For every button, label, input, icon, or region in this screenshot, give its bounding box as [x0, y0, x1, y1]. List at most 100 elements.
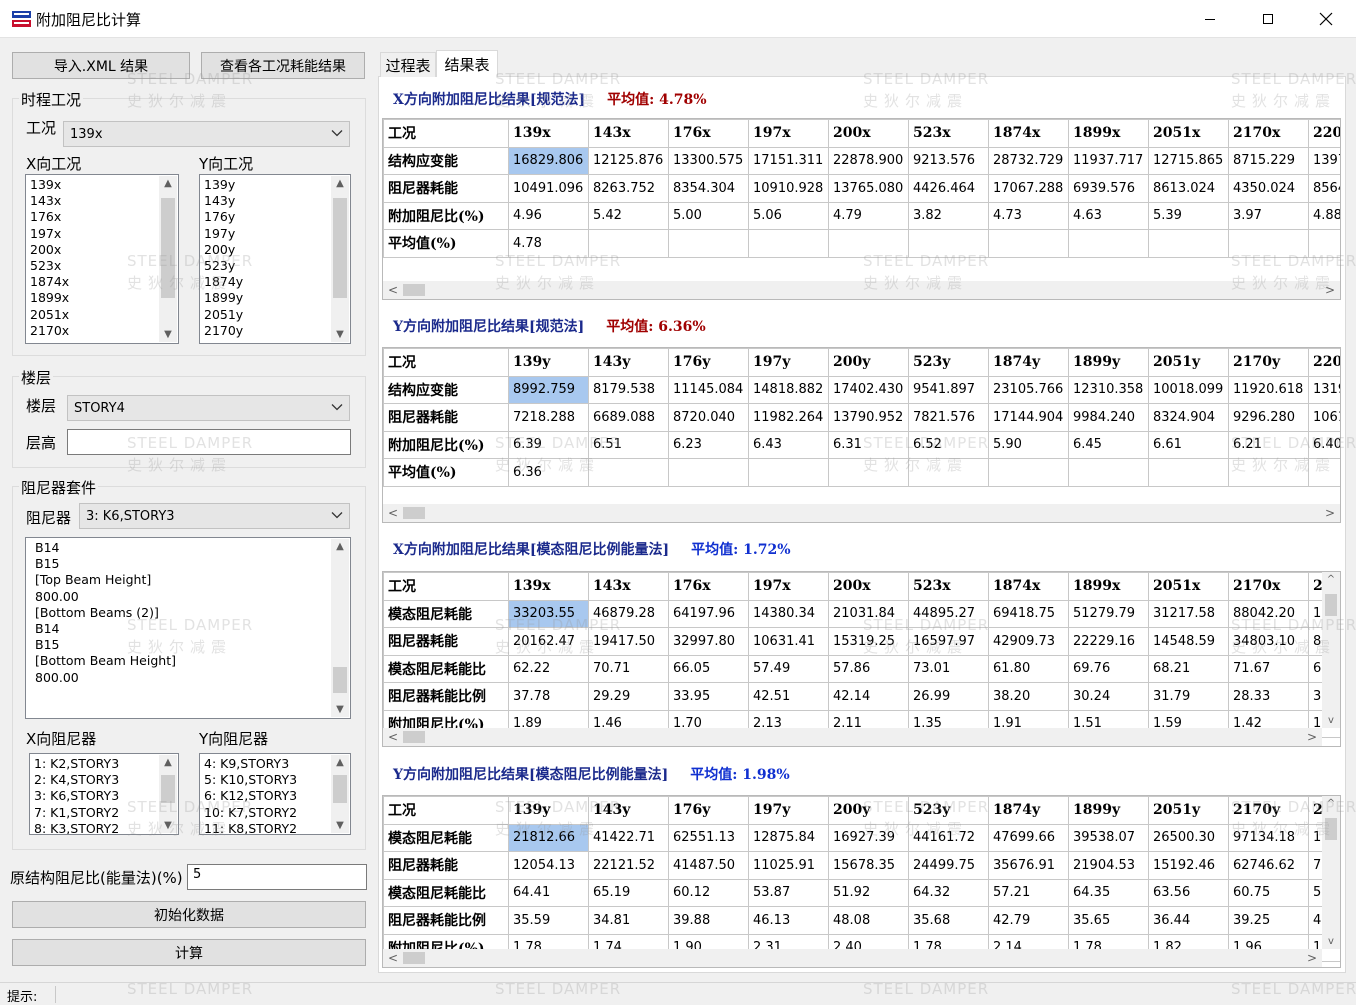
table-cell[interactable]: 57.49: [748, 654, 829, 683]
table-cell[interactable]: 26500.30: [1148, 823, 1229, 852]
table-cell[interactable]: 14818.882: [748, 375, 829, 404]
table-cell[interactable]: 64.35: [1068, 878, 1149, 907]
table-cell[interactable]: [1068, 458, 1149, 487]
table-cell[interactable]: 9541.897: [908, 375, 989, 404]
column-header[interactable]: 200y: [828, 796, 909, 825]
table-cell[interactable]: [748, 229, 829, 258]
table-cell[interactable]: 17402.430: [828, 375, 909, 404]
row-header[interactable]: 阻尼器耗能: [383, 174, 509, 203]
table-cell[interactable]: 6.43: [748, 430, 829, 459]
table-cell[interactable]: 13790.952: [828, 403, 909, 432]
damper-detail-item[interactable]: B15: [35, 556, 330, 572]
floor-dropdown[interactable]: STORY4: [67, 395, 350, 421]
scroll-thumb[interactable]: [1325, 594, 1337, 616]
table-cell[interactable]: 35.65: [1068, 906, 1149, 935]
table-cell[interactable]: 19417.50: [588, 627, 669, 656]
scroll-right-icon[interactable]: >: [1325, 281, 1335, 299]
table-cell[interactable]: [1228, 229, 1309, 258]
table-cell[interactable]: 37.78: [508, 682, 589, 711]
result-grid-x-code[interactable]: 工况 139x 143x 176x 197x 200x 523x 1874x 1899x 2051…: [382, 118, 1341, 300]
table-cell[interactable]: 62551.13: [668, 823, 749, 852]
table-cell[interactable]: [1148, 229, 1229, 258]
table-cell[interactable]: 64.41: [508, 878, 589, 907]
column-header[interactable]: 1899y: [1068, 348, 1149, 377]
table-cell[interactable]: 9984.240: [1068, 403, 1149, 432]
x-case-item[interactable]: 523x: [30, 258, 158, 274]
table-cell[interactable]: [828, 458, 909, 487]
tab-result-table[interactable]: 结果表: [436, 50, 498, 77]
table-cell[interactable]: 42.14: [828, 682, 909, 711]
table-cell[interactable]: 24499.75: [908, 851, 989, 880]
table-cell[interactable]: [828, 229, 909, 258]
table-cell[interactable]: 4350.024: [1228, 174, 1309, 203]
table-cell[interactable]: [1228, 458, 1309, 487]
y-damper-scrollbar[interactable]: ▲ ▼: [331, 755, 349, 833]
column-header[interactable]: 2051y: [1148, 348, 1229, 377]
column-header[interactable]: 2170x: [1228, 119, 1309, 148]
table-cell[interactable]: 11145.084: [668, 375, 749, 404]
column-header[interactable]: 1899x: [1068, 572, 1149, 601]
x-damper-item[interactable]: 8: K3,STORY2: [34, 821, 158, 834]
table-cell[interactable]: 68.21: [1148, 654, 1229, 683]
table-cell[interactable]: 57.21: [988, 878, 1069, 907]
column-header[interactable]: 2051x: [1148, 572, 1229, 601]
table-cell[interactable]: 13765.080: [828, 174, 909, 203]
table-cell[interactable]: 11937.717: [1068, 146, 1149, 175]
damper-detail-item[interactable]: [Bottom Beams (2)]: [35, 605, 330, 621]
table-cell[interactable]: 8564: [1308, 174, 1340, 203]
row-header[interactable]: 模态阻尼耗能比: [383, 878, 509, 907]
column-header[interactable]: 1874x: [988, 119, 1069, 148]
table-cell[interactable]: 31.79: [1148, 682, 1229, 711]
row-header[interactable]: 模态阻尼耗能: [383, 823, 509, 852]
table-cell[interactable]: 15192.46: [1148, 851, 1229, 880]
table-cell[interactable]: 22229.16: [1068, 627, 1149, 656]
init-data-button[interactable]: 初始化数据: [12, 901, 366, 928]
table-cell[interactable]: 16829.806: [508, 146, 589, 175]
damper-detail-list[interactable]: B14 B15 [Top Beam Height] 800.00 [Bottom Bea…: [25, 537, 351, 719]
table-cell[interactable]: 11025.91: [748, 851, 829, 880]
table-cell[interactable]: 4.88: [1308, 201, 1340, 230]
table-cell[interactable]: 5.00: [668, 201, 749, 230]
y-damper-item[interactable]: 4: K9,STORY3: [204, 756, 330, 772]
table-cell[interactable]: 3.82: [908, 201, 989, 230]
table-cell[interactable]: 6939.576: [1068, 174, 1149, 203]
table-cell[interactable]: 4.73: [988, 201, 1069, 230]
scroll-thumb[interactable]: [1325, 818, 1337, 840]
table-cell[interactable]: 4.78: [508, 229, 589, 258]
column-header[interactable]: 2051y: [1148, 796, 1229, 825]
scroll-thumb[interactable]: [161, 198, 175, 298]
y-case-item[interactable]: 2170y: [204, 323, 330, 339]
y-case-item[interactable]: 176y: [204, 209, 330, 225]
row-header[interactable]: 结构应变能: [383, 146, 509, 175]
view-case-energy-button[interactable]: 查看各工况耗能结果: [201, 52, 365, 79]
table-cell[interactable]: 34803.10: [1228, 627, 1309, 656]
table-cell[interactable]: 6.45: [1068, 430, 1149, 459]
damper-detail-item[interactable]: B15: [35, 637, 330, 653]
column-header[interactable]: 工况: [383, 796, 509, 825]
column-header[interactable]: 200y: [828, 348, 909, 377]
table-cell[interactable]: 21812.66: [508, 823, 589, 852]
column-header[interactable]: 176x: [668, 119, 749, 148]
table-cell[interactable]: 5.39: [1148, 201, 1229, 230]
table-cell[interactable]: 22878.900: [828, 146, 909, 175]
y-damper-item[interactable]: 5: K10,STORY3: [204, 772, 330, 788]
table-cell[interactable]: 41487.50: [668, 851, 749, 880]
column-header[interactable]: 176y: [668, 348, 749, 377]
x-damper-item[interactable]: 3: K6,STORY3: [34, 788, 158, 804]
y-case-item[interactable]: 1874y: [204, 274, 330, 290]
table-cell[interactable]: 10491.096: [508, 174, 589, 203]
import-xml-button[interactable]: 导入.XML 结果: [12, 52, 190, 79]
table-cell[interactable]: 7821.576: [908, 403, 989, 432]
scroll-left-icon[interactable]: <: [388, 728, 398, 746]
scroll-thumb[interactable]: [161, 775, 175, 803]
table-cell[interactable]: [1068, 229, 1149, 258]
x-case-item[interactable]: 1899x: [30, 290, 158, 306]
table-cell[interactable]: 6689.088: [588, 403, 669, 432]
column-header[interactable]: 139y: [508, 796, 589, 825]
table-cell[interactable]: 10018.099: [1148, 375, 1229, 404]
table-cell[interactable]: 12125.876: [588, 146, 669, 175]
table-cell[interactable]: 23105.766: [988, 375, 1069, 404]
row-header[interactable]: 平均值(%): [383, 229, 509, 258]
column-header[interactable]: 523x: [908, 119, 989, 148]
vertical-scrollbar[interactable]: ^ v: [1322, 572, 1340, 728]
